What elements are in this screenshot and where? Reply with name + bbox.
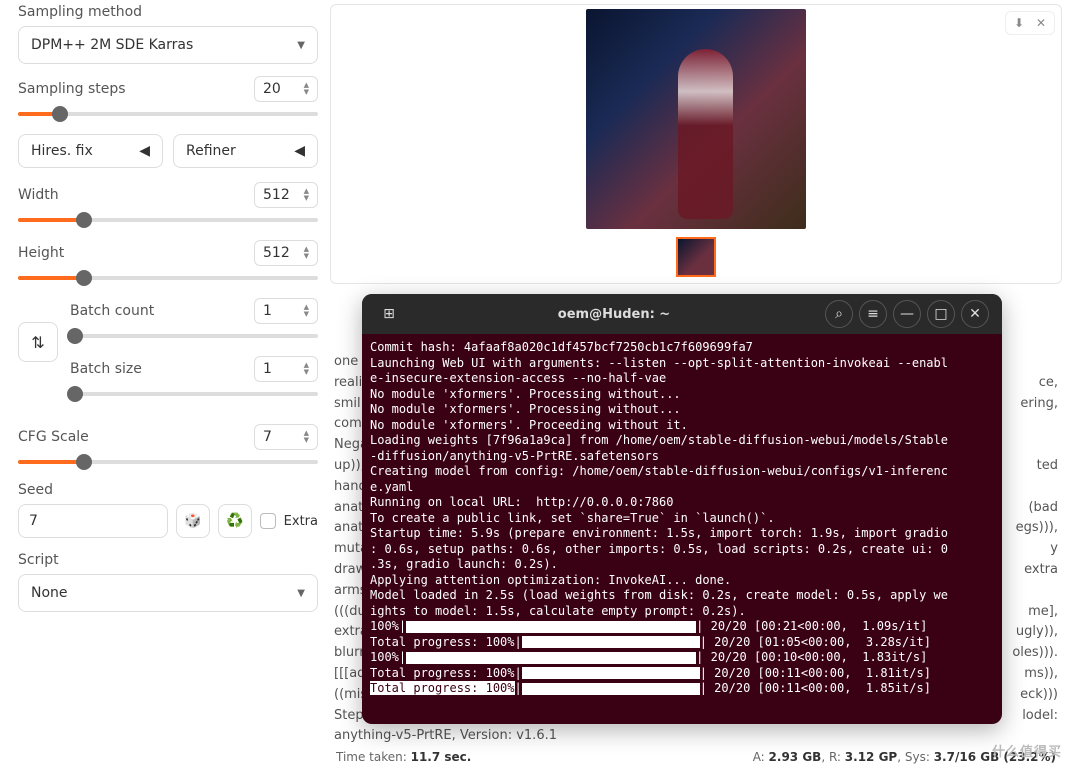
batch-count-label: Batch count — [70, 303, 154, 319]
search-icon[interactable]: ⌕ — [825, 300, 853, 328]
batch-size-slider[interactable] — [70, 386, 318, 402]
cfg-scale-slider[interactable] — [18, 454, 318, 470]
height-label: Height — [18, 245, 64, 261]
terminal-title: oem@Huden: ~ — [406, 307, 822, 322]
generated-image[interactable] — [586, 9, 806, 229]
extra-checkbox[interactable] — [260, 513, 276, 529]
stepper-icon[interactable]: ▲▼ — [304, 188, 309, 202]
random-seed-button[interactable]: 🎲 — [176, 504, 210, 538]
width-label: Width — [18, 187, 59, 203]
seed-label: Seed — [18, 482, 318, 498]
width-slider[interactable] — [18, 212, 318, 228]
terminal-window[interactable]: ⊞ oem@Huden: ~ ⌕ ≡ — □ ✕ Commit hash: 4a… — [362, 294, 1002, 724]
thumbnail-image[interactable] — [676, 237, 716, 277]
stepper-icon[interactable]: ▲▼ — [304, 430, 309, 444]
recycle-icon: ♻️ — [226, 513, 243, 529]
new-tab-icon[interactable]: ⊞ — [375, 300, 403, 328]
triangle-left-icon: ◀ — [294, 143, 305, 159]
batch-count-input[interactable]: 1▲▼ — [254, 298, 318, 324]
width-input[interactable]: 512▲▼ — [254, 182, 318, 208]
sampling-method-value: DPM++ 2M SDE Karras — [31, 37, 193, 53]
script-label: Script — [18, 552, 318, 568]
stepper-icon[interactable]: ▲▼ — [304, 362, 309, 376]
watermark: 什么值得买 — [992, 741, 1062, 760]
dice-icon: 🎲 — [184, 513, 201, 529]
batch-count-slider[interactable] — [70, 328, 318, 344]
triangle-left-icon: ◀ — [139, 143, 150, 159]
preview-panel: ⬇ ✕ — [330, 4, 1062, 284]
cfg-scale-label: CFG Scale — [18, 429, 89, 445]
reuse-seed-button[interactable]: ♻️ — [218, 504, 252, 538]
stepper-icon[interactable]: ▲▼ — [304, 82, 309, 96]
close-icon[interactable]: ✕ — [1032, 16, 1050, 30]
swap-dimensions-button[interactable]: ⇅ — [18, 322, 58, 362]
chevron-down-icon: ▼ — [297, 588, 305, 599]
chevron-down-icon: ▼ — [297, 40, 305, 51]
height-input[interactable]: 512▲▼ — [254, 240, 318, 266]
terminal-titlebar[interactable]: ⊞ oem@Huden: ~ ⌕ ≡ — □ ✕ — [362, 294, 1002, 334]
hires-fix-toggle[interactable]: Hires. fix ◀ — [18, 134, 163, 168]
download-icon[interactable]: ⬇ — [1010, 16, 1028, 30]
minimize-icon[interactable]: — — [893, 300, 921, 328]
stepper-icon[interactable]: ▲▼ — [304, 304, 309, 318]
extra-label: Extra — [284, 514, 318, 529]
height-slider[interactable] — [18, 270, 318, 286]
stepper-icon[interactable]: ▲▼ — [304, 246, 309, 260]
sampling-method-select[interactable]: DPM++ 2M SDE Karras ▼ — [18, 26, 318, 64]
sampling-method-label: Sampling method — [18, 4, 318, 20]
sampling-steps-input[interactable]: 20 ▲▼ — [254, 76, 318, 102]
cfg-scale-input[interactable]: 7▲▼ — [254, 424, 318, 450]
maximize-icon[interactable]: □ — [927, 300, 955, 328]
terminal-output[interactable]: Commit hash: 4afaaf8a020c1df457bcf7250cb… — [362, 334, 1002, 724]
sampling-steps-label: Sampling steps — [18, 81, 126, 97]
seed-input[interactable]: 7 — [18, 504, 168, 538]
close-icon[interactable]: ✕ — [961, 300, 989, 328]
batch-size-input[interactable]: 1▲▼ — [254, 356, 318, 382]
batch-size-label: Batch size — [70, 361, 142, 377]
refiner-toggle[interactable]: Refiner ◀ — [173, 134, 318, 168]
script-select[interactable]: None ▼ — [18, 574, 318, 612]
sampling-steps-slider[interactable] — [18, 106, 318, 122]
menu-icon[interactable]: ≡ — [859, 300, 887, 328]
footer-stats: Time taken: 11.7 sec. A: 2.93 GB, R: 3.1… — [330, 750, 1062, 764]
